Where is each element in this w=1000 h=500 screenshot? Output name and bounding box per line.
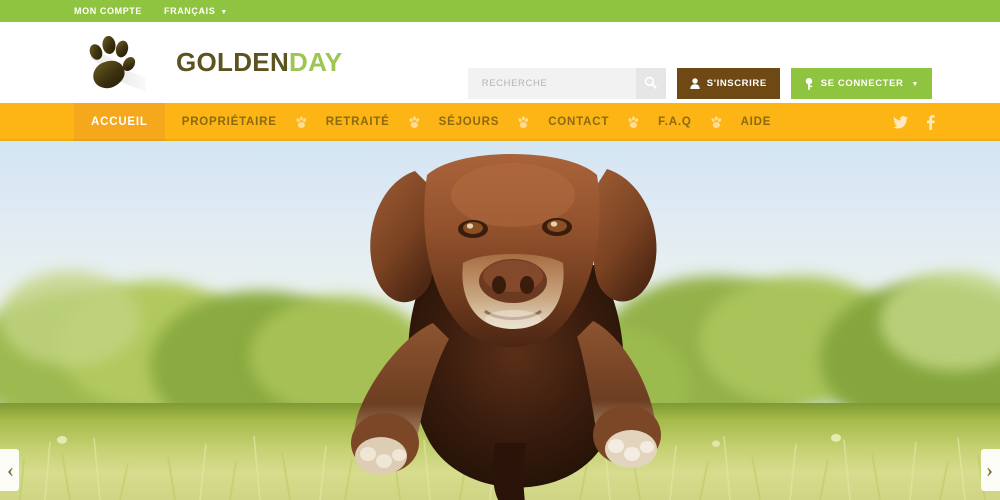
carousel-prev-button[interactable]: ‹	[0, 449, 19, 491]
paw-separator-icon	[627, 116, 640, 129]
facebook-icon[interactable]	[922, 114, 938, 130]
header-actions: S'INSCRIRE SE CONNECTER ▼	[467, 68, 932, 99]
chevron-down-icon: ▼	[220, 8, 228, 16]
login-label: SE CONNECTER	[820, 78, 904, 89]
hero-carousel: ‹ ›	[0, 141, 1000, 500]
main-navigation: ACCUEIL PROPRIÉTAIRE RETRAITÉ SÉJOURS CO…	[0, 103, 1000, 141]
search-input[interactable]	[467, 68, 636, 99]
brand-name-second: DAY	[289, 47, 343, 77]
key-icon	[804, 77, 814, 90]
paw-print-icon	[80, 34, 146, 92]
brand-logo-link[interactable]: GOLDENDAY	[80, 34, 342, 92]
twitter-icon[interactable]	[892, 114, 908, 130]
search-button[interactable]	[635, 68, 666, 99]
hero-slide-image	[0, 141, 1000, 500]
signup-button[interactable]: S'INSCRIRE	[676, 68, 780, 99]
paw-separator-icon	[408, 116, 421, 129]
nav-item-faq[interactable]: F.A.Q	[641, 103, 708, 141]
topbar-link-language[interactable]: FRANÇAIS ▼	[164, 6, 228, 16]
login-button[interactable]: SE CONNECTER ▼	[790, 68, 932, 99]
topbar-link-account[interactable]: MON COMPTE	[74, 6, 142, 16]
chevron-left-icon: ‹	[7, 457, 14, 482]
chevron-down-icon: ▼	[911, 81, 919, 88]
social-links	[892, 114, 938, 130]
nav-item-accueil[interactable]: ACCUEIL	[74, 103, 165, 141]
paw-separator-icon	[517, 116, 530, 129]
search-box	[467, 68, 666, 99]
hero-dog-illustration	[335, 143, 685, 500]
signup-label: S'INSCRIRE	[706, 78, 767, 89]
brand-name-first: GOLDEN	[176, 47, 290, 77]
topbar-language-label: FRANÇAIS	[164, 6, 216, 16]
nav-item-retraite[interactable]: RETRAITÉ	[309, 103, 407, 141]
paw-separator-icon	[710, 116, 723, 129]
carousel-next-button[interactable]: ›	[981, 449, 1000, 491]
search-icon	[644, 76, 658, 92]
chevron-right-icon: ›	[986, 457, 993, 482]
brand-wordmark: GOLDENDAY	[176, 47, 342, 78]
nav-item-sejours[interactable]: SÉJOURS	[422, 103, 517, 141]
paw-separator-icon	[295, 116, 308, 129]
site-header: GOLDENDAY RECHERCHE S'INSCRIRE SE CONNEC…	[0, 22, 1000, 103]
page-root: MON COMPTE FRANÇAIS ▼ GOLDENDAY RECHERCH…	[0, 0, 1000, 500]
topbar-account-label: MON COMPTE	[74, 6, 142, 16]
user-icon	[690, 78, 700, 89]
nav-item-aide[interactable]: AIDE	[724, 103, 789, 141]
nav-item-contact[interactable]: CONTACT	[531, 103, 626, 141]
nav-item-proprietaire[interactable]: PROPRIÉTAIRE	[165, 103, 294, 141]
top-utility-bar: MON COMPTE FRANÇAIS ▼	[0, 0, 1000, 22]
